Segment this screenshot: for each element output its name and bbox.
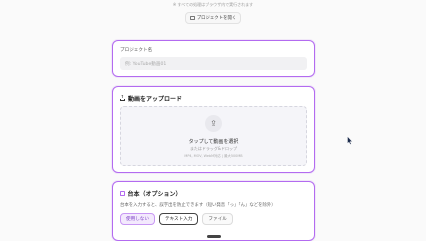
open-project-label: プロジェクトを開く [196, 16, 237, 21]
tab-file[interactable]: ファイル [202, 213, 233, 225]
script-description: 台本を入力すると、誤字出を防止できます（短い発音「っ」「ん」などを除外） [120, 203, 276, 208]
open-project-button[interactable]: プロジェクトを開く [185, 12, 241, 24]
upload-icon [120, 94, 125, 101]
dropzone-subtitle: またはドラッグ&ドロップ [189, 146, 238, 151]
folder-icon [189, 16, 195, 20]
tab-no-script[interactable]: 使用しない [120, 213, 155, 225]
upload-section-title: 動画をアップロード [120, 94, 182, 103]
dropzone-formats: MP4, MOV, WebM対応 | 最大500MB [184, 154, 243, 158]
video-upload-card: 動画をアップロード ⇪ タップして動画を選択 またはドラッグ&ドロップ MP4,… [112, 86, 315, 173]
privacy-note: ※ すべての処理はブラウザ内で実行されます [172, 2, 254, 7]
script-mode-tabs: 使用しない テキスト入力 ファイル [120, 213, 233, 225]
script-section-title: 台本（オプション） [120, 189, 182, 198]
script-title-text: 台本（オプション） [127, 191, 182, 198]
project-name-input[interactable]: 例: YouTube動画01 [120, 57, 307, 70]
tab-text-input[interactable]: テキスト入力 [158, 213, 199, 225]
upload-title-text: 動画をアップロード [128, 96, 183, 103]
mouse-pointer-icon [347, 136, 353, 145]
script-card: 台本（オプション） 台本を入力すると、誤字出を防止できます（短い発音「っ」「ん」… [112, 181, 315, 241]
project-name-label: プロジェクト名 [120, 48, 153, 53]
video-dropzone[interactable]: ⇪ タップして動画を選択 またはドラッグ&ドロップ MP4, MOV, WebM… [120, 106, 307, 166]
document-icon [120, 190, 125, 197]
upload-arrow-icon: ⇪ [205, 115, 222, 132]
project-name-card: プロジェクト名 例: YouTube動画01 [112, 40, 315, 77]
dropzone-title: タップして動画を選択 [188, 139, 239, 145]
scroll-indicator [207, 235, 221, 238]
